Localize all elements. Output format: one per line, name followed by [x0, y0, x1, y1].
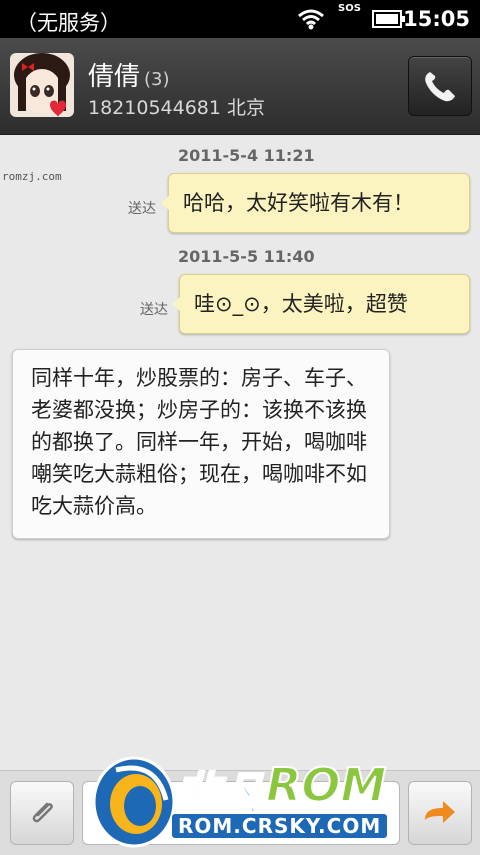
sos-indicator: SOS — [338, 3, 361, 14]
contact-name: 倩倩 (3) — [88, 56, 170, 93]
contact-location: 北京 — [227, 97, 266, 119]
message-timestamp: 2011-5-4 11:21 — [178, 146, 315, 165]
message-count: (3) — [144, 69, 170, 90]
wifi-icon — [298, 8, 324, 34]
incoming-message[interactable]: 同样十年，炒股票的：房子、车子、老婆都没换；炒房子的：该换不该换的都换了。同样一… — [12, 349, 390, 539]
outgoing-message[interactable]: 哇⊙_⊙，太美啦，超赞 — [172, 274, 470, 334]
delivery-status: 送达 — [128, 201, 156, 217]
watermark-logo: 非凡 ROM ROM.CRSKY.COM — [86, 750, 406, 854]
logo-swirl-icon — [92, 756, 176, 848]
contact-phone-location: 18210544681 北京 — [88, 93, 265, 120]
watermark: romzj.com — [2, 170, 62, 183]
outgoing-message[interactable]: 哈哈，太好笑啦有木有！ — [161, 173, 470, 233]
phone-icon — [425, 72, 455, 102]
send-button[interactable] — [408, 781, 472, 845]
logo-url: ROM.CRSKY.COM — [172, 814, 388, 838]
contact-phone: 18210544681 — [88, 97, 221, 119]
battery-icon — [372, 10, 406, 32]
conversation-header: 倩倩 (3) 18210544681 北京 — [0, 38, 480, 135]
paperclip-icon — [32, 802, 53, 823]
attach-button[interactable] — [10, 781, 74, 845]
delivery-status: 送达 — [140, 302, 168, 318]
call-button[interactable] — [408, 56, 472, 116]
avatar-icon[interactable] — [10, 53, 74, 117]
message-list[interactable]: romzj.com 2011-5-4 11:21 送达 哈哈，太好笑啦有木有！ … — [0, 135, 480, 770]
send-arrow-icon — [425, 801, 455, 823]
status-bar: （无服务） SOS 15:05 — [0, 0, 480, 38]
contact-name-text: 倩倩 — [88, 62, 141, 92]
carrier-label: （无服务） — [16, 11, 121, 35]
logo-brand-rom: ROM — [265, 757, 387, 813]
clock: 15:05 — [403, 7, 470, 31]
message-timestamp: 2011-5-5 11:40 — [178, 247, 315, 266]
